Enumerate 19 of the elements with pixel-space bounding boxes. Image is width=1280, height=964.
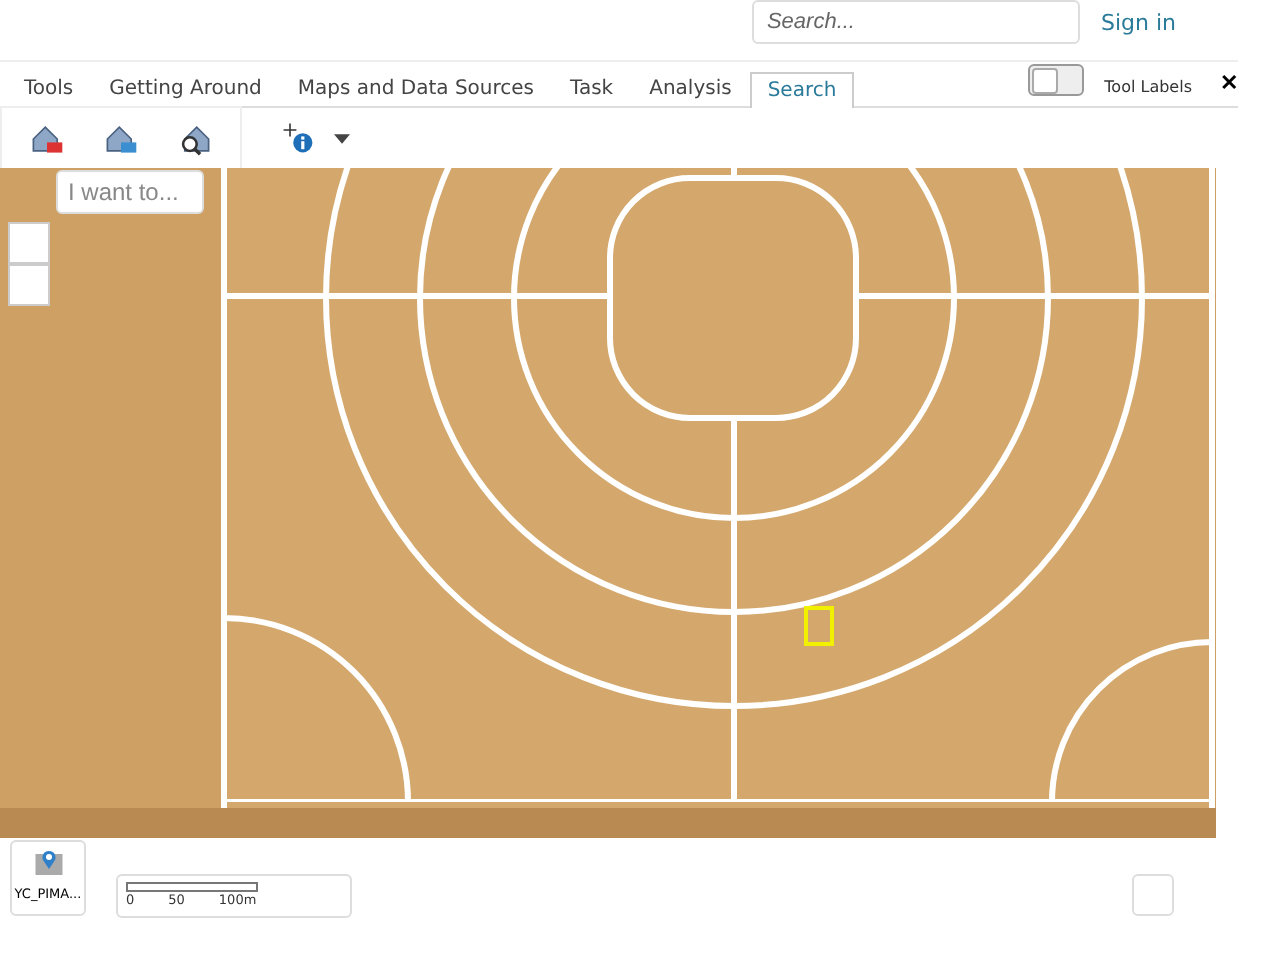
tab[interactable]: Tools [6, 70, 92, 106]
tab[interactable]: Getting Around [91, 70, 280, 106]
close-button[interactable]: ✕ [1220, 70, 1238, 96]
map-pin-icon [33, 848, 63, 878]
house-icon[interactable] [30, 121, 64, 155]
identify-icon[interactable] [282, 122, 314, 154]
i-want-to-field[interactable]: I want to... [56, 170, 204, 214]
house-icon[interactable] [104, 121, 138, 155]
house-search-icon[interactable] [178, 121, 212, 155]
tab[interactable]: Search [749, 72, 855, 108]
tab[interactable]: Task [552, 70, 632, 106]
tab[interactable]: Analysis [631, 70, 750, 106]
caret-icon[interactable] [334, 133, 350, 143]
tool-labels-label: Tool Labels [1104, 78, 1192, 96]
aerial-map-drawing[interactable] [0, 168, 1216, 838]
sign-in-link[interactable]: Sign in [1100, 10, 1176, 36]
toggle-switch[interactable] [1028, 64, 1085, 96]
search-field[interactable]: Search... [752, 0, 1081, 44]
tab[interactable]: Maps and Data Sources [279, 70, 553, 106]
